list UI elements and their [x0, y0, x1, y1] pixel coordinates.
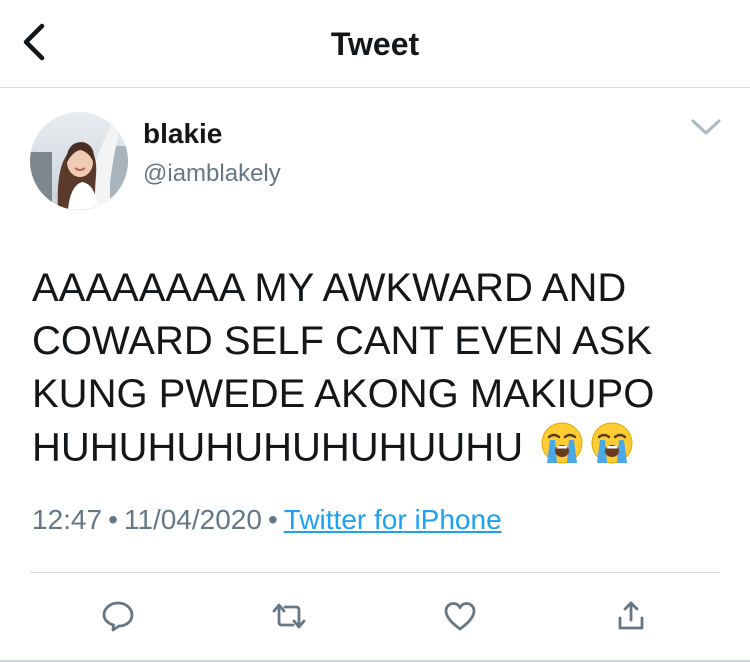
top-nav-bar: Tweet: [0, 0, 750, 88]
display-name[interactable]: blakie: [143, 118, 222, 150]
tweet-line: COWARD SELF CANT EVEN ASK: [32, 319, 653, 363]
tweet-line: HUHUHUHUHUHUHUUHU: [32, 425, 524, 470]
page-title: Tweet: [330, 26, 420, 62]
share-button[interactable]: [605, 592, 657, 644]
tweet-time: 12:47: [32, 504, 103, 535]
tweet-line: KUNG PWEDE AKONG MAKIUPO: [32, 372, 655, 416]
retweet-button[interactable]: [263, 592, 315, 644]
tweet-line-last: HUHUHUHUHUHUHUUHU: [32, 421, 722, 479]
avatar[interactable]: [30, 112, 128, 210]
tweet-meta: 12:47 • 11/04/2020 • Twitter for iPhone: [32, 504, 502, 536]
reply-button[interactable]: [92, 592, 144, 644]
divider: [30, 572, 720, 573]
loudly-crying-face-icon: [590, 421, 634, 479]
user-handle[interactable]: @iamblakely: [143, 160, 281, 188]
separator: •: [267, 504, 278, 535]
loudly-crying-face-icon: [540, 421, 584, 479]
heart-icon: [443, 600, 477, 637]
retweet-icon: [271, 600, 307, 637]
more-options-button[interactable]: [686, 114, 726, 144]
tweet-line: AAAAAAAA MY AWKWARD AND: [32, 266, 627, 310]
tweet-text: AAAAAAAA MY AWKWARD AND COWARD SELF CANT…: [32, 262, 722, 479]
reply-icon: [101, 599, 135, 638]
share-icon: [616, 600, 646, 637]
separator: •: [108, 504, 118, 535]
source-link[interactable]: Twitter for iPhone: [284, 504, 502, 535]
like-button[interactable]: [434, 592, 486, 644]
chevron-down-icon: [690, 117, 722, 142]
action-bar: [0, 592, 750, 644]
tweet-date: 11/04/2020: [123, 504, 262, 535]
